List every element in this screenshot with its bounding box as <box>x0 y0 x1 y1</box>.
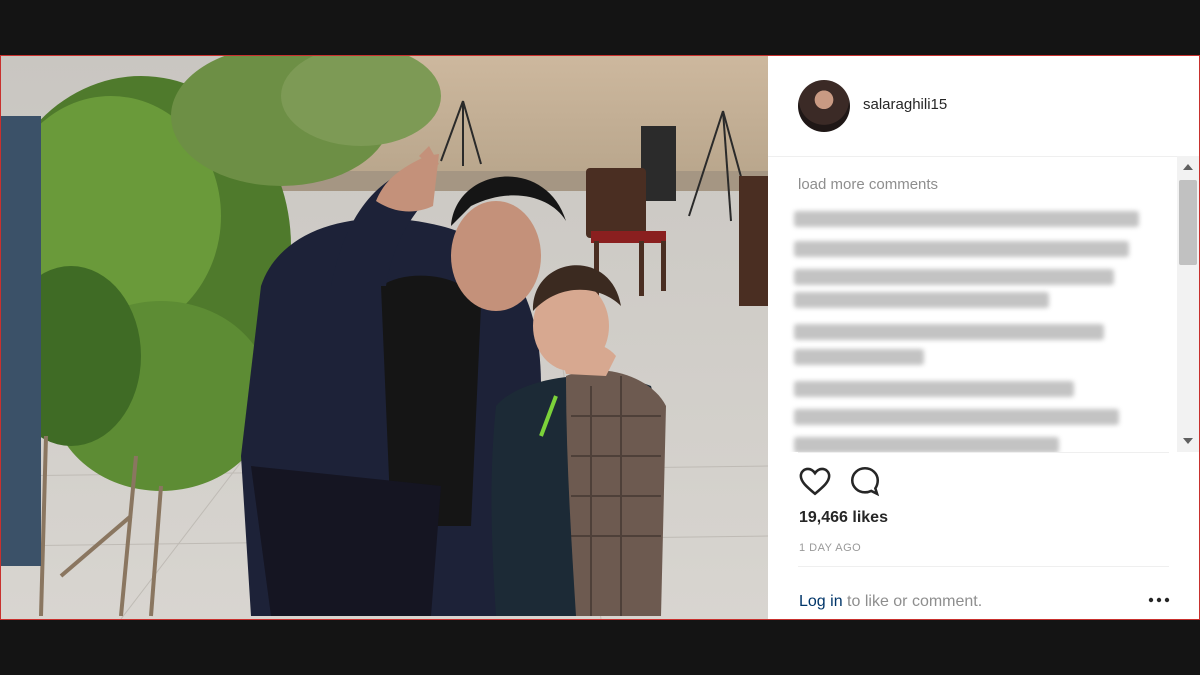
scroll-thumb[interactable] <box>1179 180 1197 265</box>
avatar[interactable] <box>798 80 850 132</box>
post-header: salaraghili15 <box>768 56 1199 157</box>
comments-list[interactable]: load more comments <box>768 156 1199 452</box>
likes-count[interactable]: 19,466 likes <box>799 509 888 527</box>
login-link[interactable]: Log in <box>799 593 843 610</box>
photo-scene <box>1 56 768 619</box>
blurred-comment <box>794 292 1049 308</box>
post-photo[interactable] <box>1 56 768 619</box>
heart-icon[interactable] <box>798 464 832 498</box>
post-frame: salaraghili15 load more comments 19,466 … <box>0 55 1200 620</box>
comments-scrollbar[interactable] <box>1177 156 1199 452</box>
blurred-comment <box>794 409 1119 425</box>
comment-bubble-icon[interactable] <box>848 464 882 498</box>
username[interactable]: salaraghili15 <box>863 96 947 113</box>
post-panel: salaraghili15 load more comments 19,466 … <box>768 56 1199 619</box>
more-options-icon[interactable] <box>1148 596 1170 604</box>
blurred-comment <box>794 437 1059 452</box>
divider <box>798 566 1169 567</box>
load-more-comments-link[interactable]: load more comments <box>798 176 938 193</box>
scroll-down-arrow-icon[interactable] <box>1183 438 1193 444</box>
login-prompt: Log in to like or comment. <box>799 593 982 611</box>
divider <box>798 452 1169 453</box>
blurred-comment <box>794 211 1139 227</box>
login-prompt-text: to like or comment. <box>842 593 983 610</box>
scroll-up-arrow-icon[interactable] <box>1183 164 1193 170</box>
blurred-comment <box>794 349 924 365</box>
blurred-comment <box>794 324 1104 340</box>
blurred-comment <box>794 269 1114 285</box>
blurred-comment <box>794 241 1129 257</box>
post-age[interactable]: 1 DAY AGO <box>799 542 861 554</box>
blurred-comment <box>794 381 1074 397</box>
